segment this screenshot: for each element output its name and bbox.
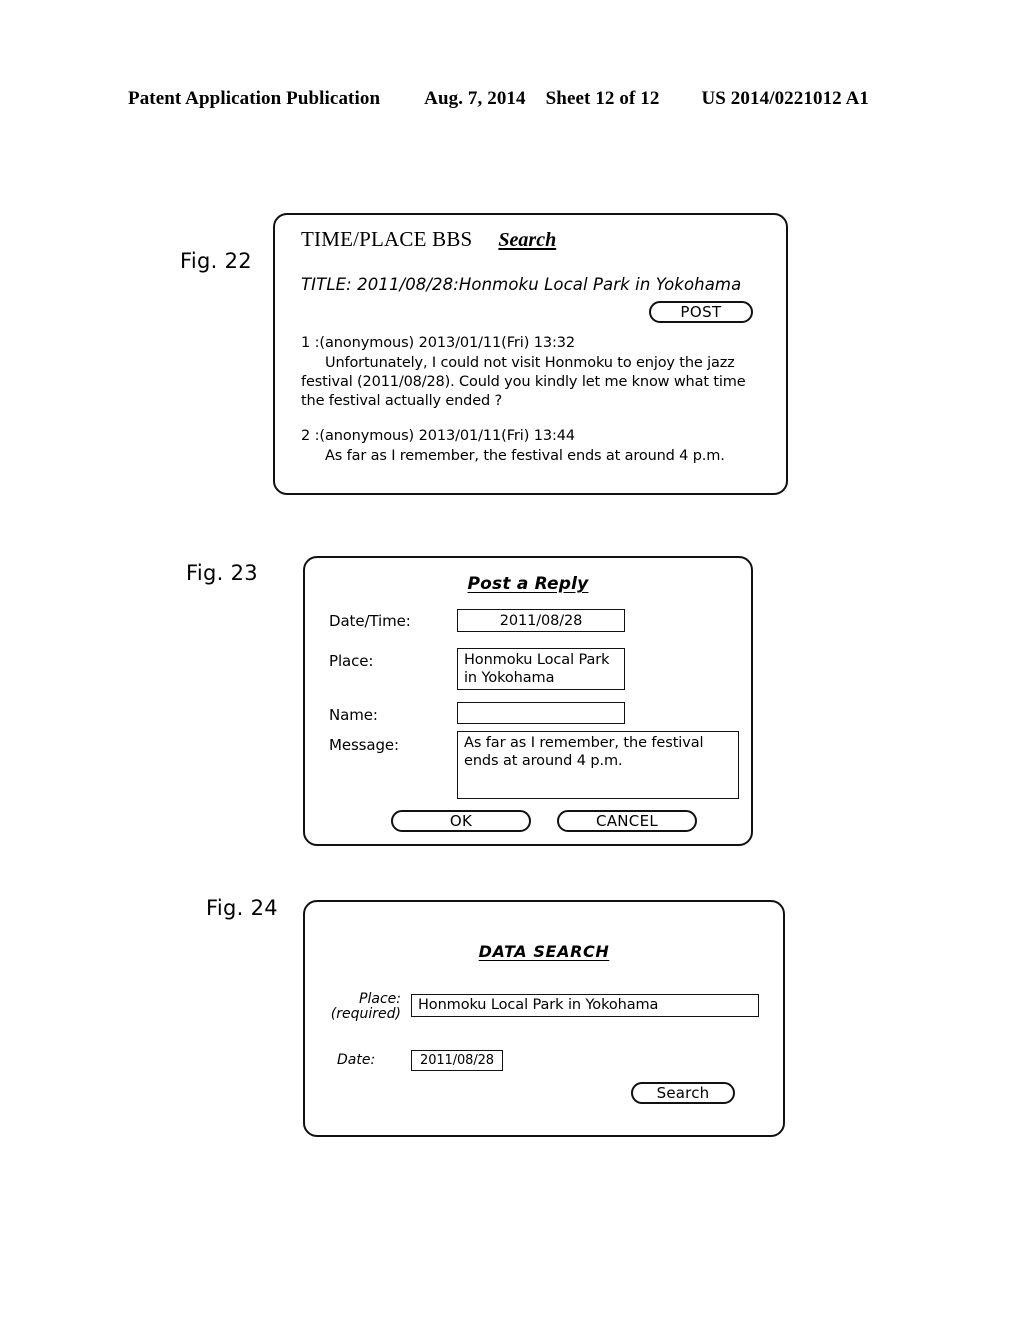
figure-label-22: Fig. 22 — [180, 249, 252, 273]
bbs-post-item: 2 :(anonymous) 2013/01/11(Fri) 13:44 As … — [301, 428, 771, 466]
place-field[interactable]: Honmoku Local Park in Yokohama — [457, 648, 625, 690]
data-search-heading: DATA SEARCH — [478, 942, 610, 961]
post-reply-heading: Post a Reply — [467, 574, 589, 594]
ok-button[interactable]: OK — [391, 810, 531, 832]
publication-type: Patent Application Publication — [128, 88, 381, 109]
search-date-field[interactable]: 2011/08/28 — [411, 1050, 503, 1071]
bbs-post-item: 1 :(anonymous) 2013/01/11(Fri) 13:32 Unf… — [301, 335, 771, 411]
figure-label-24: Fig. 24 — [206, 896, 278, 920]
message-field[interactable]: As far as I remember, the festival ends … — [457, 731, 739, 799]
place-label: Place: — [329, 652, 374, 670]
datetime-label: Date/Time: — [329, 612, 411, 630]
bbs-post-header: 1 :(anonymous) 2013/01/11(Fri) 13:32 — [301, 335, 576, 351]
bbs-thread-screen: TIME/PLACE BBS Search TITLE: 2011/08/28:… — [273, 213, 788, 495]
search-place-label: Place: — [359, 991, 401, 1007]
search-place-field[interactable]: Honmoku Local Park in Yokohama — [411, 994, 759, 1017]
bbs-app-title: TIME/PLACE BBS — [301, 227, 473, 251]
search-row-date: Date: 2011/08/28 — [319, 1050, 765, 1076]
sheet-number: Sheet 12 of 12 — [545, 88, 660, 109]
publication-number: US 2014/0221012 A1 — [701, 88, 869, 109]
datetime-field[interactable]: 2011/08/28 — [457, 609, 625, 632]
post-reply-dialog: Post a Reply Date/Time: 2011/08/28 Place… — [303, 556, 753, 846]
dialog-button-bar: OK CANCEL — [391, 810, 697, 832]
cancel-button[interactable]: CANCEL — [557, 810, 697, 832]
search-place-label-group: Place: (required) — [319, 992, 401, 1022]
name-field[interactable] — [457, 702, 625, 724]
publication-date: Aug. 7, 2014 — [424, 88, 526, 109]
bbs-search-link[interactable]: Search — [498, 229, 556, 252]
figure-label-23: Fig. 23 — [186, 561, 258, 585]
bbs-header: TIME/PLACE BBS Search — [301, 227, 556, 252]
name-label: Name: — [329, 706, 378, 724]
bbs-post-body: Unfortunately, I could not visit Honmoku… — [301, 355, 746, 409]
search-place-required-note: (required) — [330, 1006, 401, 1022]
data-search-screen: DATA SEARCH Place: (required) Honmoku Lo… — [303, 900, 785, 1137]
bbs-post-header: 2 :(anonymous) 2013/01/11(Fri) 13:44 — [301, 428, 576, 444]
page-header: Patent Application Publication Aug. 7, 2… — [128, 88, 896, 114]
bbs-thread-title: TITLE: 2011/08/28:Honmoku Local Park in … — [301, 275, 742, 294]
search-button[interactable]: Search — [631, 1082, 735, 1104]
message-label: Message: — [329, 736, 399, 754]
search-row-place: Place: (required) Honmoku Local Park in … — [319, 992, 765, 1022]
post-button[interactable]: POST — [649, 301, 753, 323]
bbs-post-body: As far as I remember, the festival ends … — [325, 448, 725, 464]
search-date-label: Date: — [337, 1052, 376, 1068]
